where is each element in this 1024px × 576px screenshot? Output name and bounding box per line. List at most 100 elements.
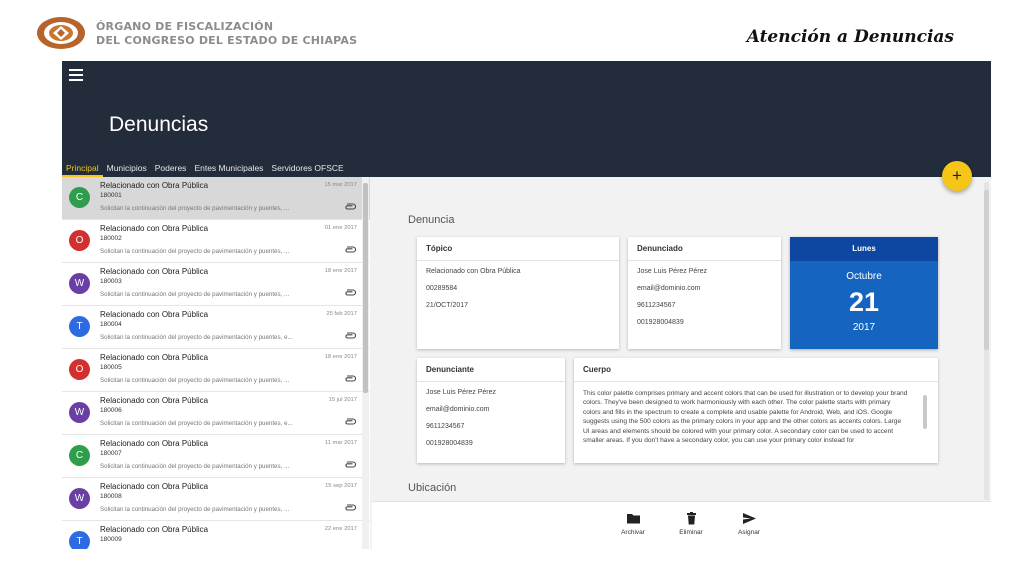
section-title-ubicacion: Ubicación: [408, 482, 457, 494]
avatar: O: [69, 359, 90, 380]
topico-field: 21/OCT/2017: [426, 302, 469, 309]
tab-poderes[interactable]: Poderes: [151, 161, 191, 177]
list-item-snippet: Solicitan la continuación del proyecto d…: [100, 506, 290, 513]
list-item-id: 180002: [100, 235, 122, 242]
slide: ÓRGANO DE FISCALIZACIÓN DEL CONGRESO DEL…: [0, 0, 1024, 576]
archivar-label: Archivar: [621, 529, 645, 536]
denunciante-card: Denunciante Jose Luis Pérez Pérez email@…: [417, 358, 565, 463]
avatar: C: [69, 445, 90, 466]
organization-name-line2: DEL CONGRESO DEL ESTADO DE CHIAPAS: [96, 34, 358, 47]
topico-card-title: Tópico: [417, 237, 619, 261]
attachment-icon: [345, 332, 356, 339]
tab-principal[interactable]: Principal: [62, 161, 103, 177]
avatar: T: [69, 531, 90, 549]
denunciante-field: Jose Luis Pérez Pérez: [426, 389, 497, 396]
list-item-id: 180009: [100, 536, 122, 543]
list-item-title: Relacionado con Obra Pública: [100, 525, 209, 534]
organization-name-line1: ÓRGANO DE FISCALIZACIÓN: [96, 20, 274, 33]
list-item[interactable]: C Relacionado con Obra Pública 180007 11 ma…: [62, 435, 370, 478]
list-item-title: Relacionado con Obra Pública: [100, 396, 209, 405]
tab-municipios[interactable]: Municipios: [103, 161, 151, 177]
attachment-icon: [345, 289, 356, 296]
list-item-title: Relacionado con Obra Pública: [100, 224, 209, 233]
list-item[interactable]: O Relacionado con Obra Pública 180002 01 en…: [62, 220, 370, 263]
trash-icon: [686, 512, 696, 525]
list-item-snippet: Solicitan la continuación del proyecto d…: [100, 420, 293, 427]
denunciante-field: 001928004839: [426, 440, 473, 447]
list-item[interactable]: W Relacionado con Obra Pública 180006 15 ju…: [62, 392, 370, 435]
list-item-id: 180004: [100, 321, 122, 328]
avatar: W: [69, 273, 90, 294]
list-item-id: 180007: [100, 450, 122, 457]
list-scrollbar-thumb[interactable]: [363, 183, 368, 393]
list-item-snippet: Solicitan la continuación del proyecto d…: [100, 291, 290, 298]
list-item-date: 15 mar 2017: [324, 182, 357, 188]
archivar-button[interactable]: Archivar: [608, 512, 658, 536]
avatar: W: [69, 402, 90, 423]
detail-scrollbar[interactable]: [984, 182, 989, 500]
list-item-title: Relacionado con Obra Pública: [100, 181, 209, 190]
list-item-snippet: Solicitan la continuación del proyecto d…: [100, 463, 290, 470]
date-month: Octubre: [846, 271, 882, 282]
attachment-icon: [345, 418, 356, 425]
list-item-date: 11 mar 2017: [324, 440, 357, 446]
cuerpo-scrollbar[interactable]: [923, 395, 927, 429]
asignar-label: Asignar: [737, 529, 761, 536]
list-item[interactable]: C Relacionado con Obra Pública 180001 15 ma…: [62, 177, 370, 220]
attachment-icon: [345, 375, 356, 382]
add-denuncia-button[interactable]: +: [942, 161, 972, 191]
denunciado-field: 001928004839: [637, 319, 684, 326]
cuerpo-card-title: Cuerpo: [574, 358, 938, 382]
list-item-snippet: Solicitan la continuación del proyecto d…: [100, 377, 290, 384]
list-item-title: Relacionado con Obra Pública: [100, 353, 209, 362]
attachment-icon: [345, 203, 356, 210]
list-item-id: 180001: [100, 192, 122, 199]
denunciante-field: 9611234567: [426, 423, 465, 430]
avatar: C: [69, 187, 90, 208]
action-toolbar: Archivar Eliminar Asignar: [372, 501, 991, 549]
list-item-snippet: Solicitan la continuación del proyecto d…: [100, 248, 290, 255]
date-weekday: Lunes: [790, 237, 938, 261]
avatar: T: [69, 316, 90, 337]
detail-scrollbar-thumb[interactable]: [984, 190, 989, 350]
list-item[interactable]: W Relacionado con Obra Pública 180008 15 se…: [62, 478, 370, 521]
folder-icon: [626, 514, 640, 524]
app-bar: Denuncias Principal Municipios Poderes E…: [62, 61, 991, 177]
hamburger-menu-icon[interactable]: [69, 69, 83, 81]
list-item-id: 180008: [100, 493, 122, 500]
tab-bar: Principal Municipios Poderes Entes Munic…: [62, 161, 348, 177]
list-item[interactable]: O Relacionado con Obra Pública 180005 18 en…: [62, 349, 370, 392]
denunciante-card-title: Denunciante: [417, 358, 565, 382]
list-item-title: Relacionado con Obra Pública: [100, 310, 209, 319]
list-item-id: 180005: [100, 364, 122, 371]
topico-card: Tópico Relacionado con Obra Pública 0028…: [417, 237, 619, 349]
avatar: O: [69, 230, 90, 251]
cuerpo-card: Cuerpo This color palette comprises prim…: [574, 358, 938, 463]
denunciado-field: email@dominio.com: [637, 285, 701, 292]
list-item-title: Relacionado con Obra Pública: [100, 482, 209, 491]
list-item[interactable]: W Relacionado con Obra Pública 180003 18 en…: [62, 263, 370, 306]
tab-servidores-ofsce[interactable]: Servidores OFSCE: [267, 161, 347, 177]
ofsce-logo-icon: [37, 17, 85, 49]
list-item-snippet: Solicitan la continuación del proyecto d…: [100, 334, 293, 341]
denunciado-card-title: Denunciado: [628, 237, 781, 261]
list-item-date: 15 jul 2017: [328, 397, 357, 403]
list-item[interactable]: T Relacionado con Obra Pública 180009 22 en…: [62, 521, 370, 549]
denunciado-card: Denunciado Jose Luis Pérez Pérez email@d…: [628, 237, 781, 349]
date-year: 2017: [852, 322, 876, 333]
avatar: W: [69, 488, 90, 509]
denunciante-field: email@dominio.com: [426, 406, 490, 413]
list-item[interactable]: T Relacionado con Obra Pública 180004 25 fe…: [62, 306, 370, 349]
denuncia-detail: Denuncia Tópico Relacionado con Obra Púb…: [372, 177, 991, 501]
list-item-title: Relacionado con Obra Pública: [100, 439, 209, 448]
list-item-id: 180006: [100, 407, 122, 414]
cuerpo-text: This color palette comprises primary and…: [583, 390, 908, 445]
tab-entes-municipales[interactable]: Entes Municipales: [190, 161, 267, 177]
asignar-button[interactable]: Asignar: [724, 512, 774, 536]
list-item-snippet: Solicitan la continuación del proyecto d…: [100, 205, 290, 212]
list-scrollbar[interactable]: [362, 177, 369, 549]
list-item-date: 15 sep 2017: [325, 483, 357, 489]
attachment-icon: [345, 461, 356, 468]
eliminar-button[interactable]: Eliminar: [666, 512, 716, 536]
list-item-id: 180003: [100, 278, 122, 285]
